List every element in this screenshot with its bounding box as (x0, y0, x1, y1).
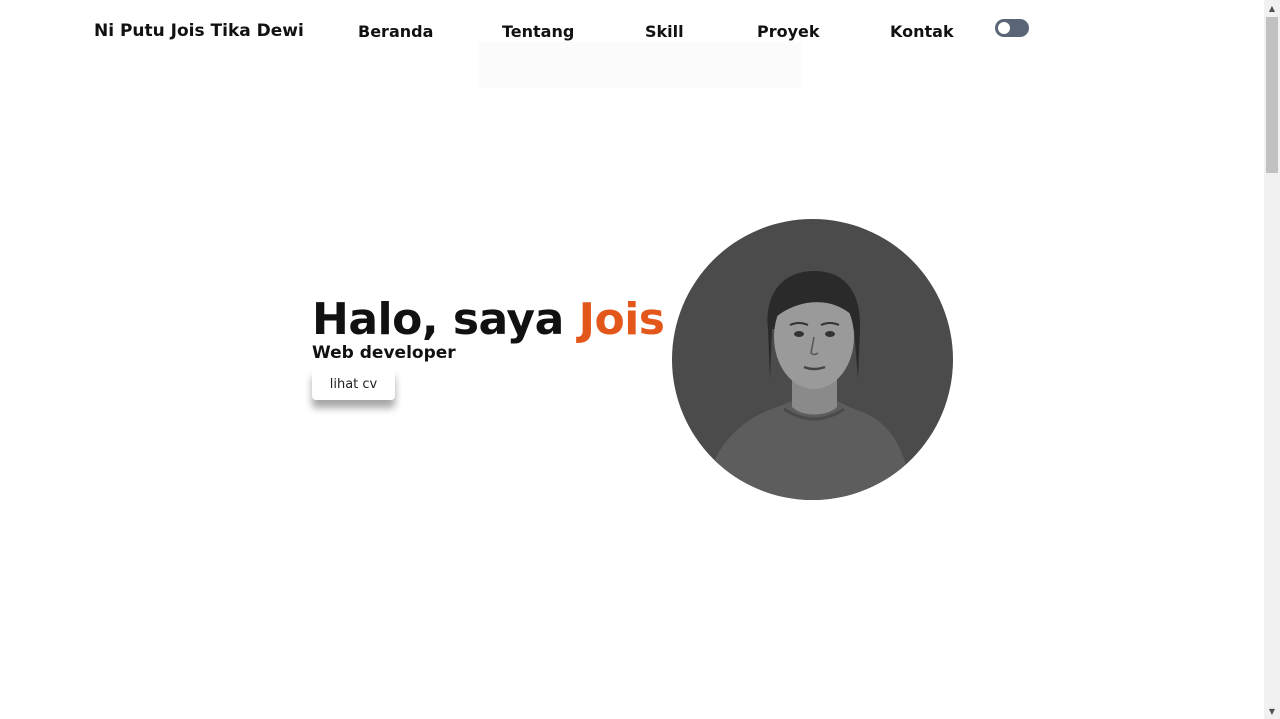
nav-link-tentang[interactable]: Tentang (502, 22, 574, 41)
scroll-up-arrow-icon[interactable]: ▲ (1264, 0, 1280, 16)
nav-link-proyek[interactable]: Proyek (757, 22, 820, 41)
hero-role: Web developer (312, 343, 456, 363)
view-cv-button[interactable]: lihat cv (312, 368, 395, 400)
nav-link-skill[interactable]: Skill (645, 22, 684, 41)
scroll-down-arrow-icon[interactable]: ▼ (1264, 703, 1280, 719)
brand-logo-text[interactable]: Ni Putu Jois Tika Dewi (94, 21, 304, 41)
theme-toggle-switch[interactable] (995, 19, 1029, 37)
hero-greeting: Halo, saya (312, 294, 564, 345)
profile-photo (672, 219, 953, 500)
hero-name: Jois (578, 294, 665, 345)
vertical-scrollbar[interactable]: ▲ ▼ (1264, 0, 1280, 719)
toggle-knob-icon (998, 22, 1010, 34)
faint-backdrop-panel (478, 42, 802, 88)
scrollbar-thumb[interactable] (1266, 17, 1278, 173)
page: Ni Putu Jois Tika Dewi Beranda Tentang S… (0, 0, 1280, 719)
nav-link-kontak[interactable]: Kontak (890, 22, 954, 41)
nav-link-beranda[interactable]: Beranda (358, 22, 433, 41)
hero-heading: Halo, saya Jois (312, 294, 665, 346)
person-portrait-icon (702, 271, 912, 500)
